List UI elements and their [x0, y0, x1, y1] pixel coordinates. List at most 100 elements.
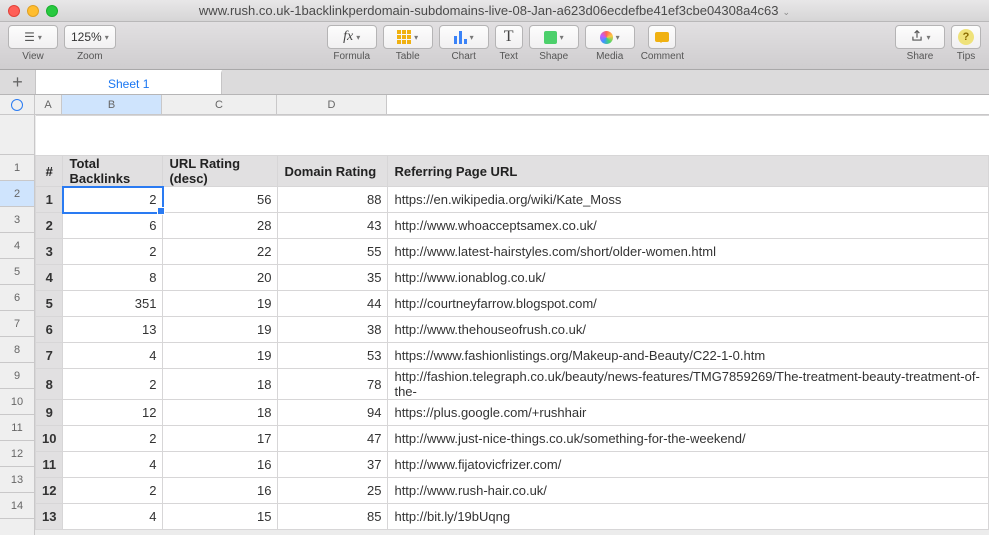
cell[interactable]: 4 [63, 504, 163, 530]
cell[interactable]: 2 [63, 478, 163, 504]
cell[interactable]: 4 [36, 265, 63, 291]
row-header[interactable]: 7 [0, 311, 34, 337]
row-header[interactable]: 1 [0, 155, 34, 181]
cell[interactable]: 8 [63, 265, 163, 291]
row-header[interactable]: 14 [0, 493, 34, 519]
cell[interactable]: 94 [278, 400, 388, 426]
row-header[interactable]: 9 [0, 363, 34, 389]
cell[interactable]: 5 [36, 291, 63, 317]
row-header[interactable]: 12 [0, 441, 34, 467]
cell[interactable]: http://www.rush-hair.co.uk/ [388, 478, 989, 504]
cell[interactable]: https://plus.google.com/+rushhair [388, 400, 989, 426]
cell[interactable]: 22 [163, 239, 278, 265]
share-button[interactable]: ▾ [895, 25, 945, 49]
zoom-button[interactable]: 125%▾ [64, 25, 116, 49]
cell[interactable]: http://www.ionablog.co.uk/ [388, 265, 989, 291]
row-header[interactable]: 3 [0, 207, 34, 233]
cell[interactable]: 55 [278, 239, 388, 265]
column-header[interactable]: B [62, 95, 162, 114]
column-header[interactable]: D [277, 95, 387, 114]
tips-button[interactable]: ? [951, 25, 981, 49]
view-button[interactable]: ☰▾ [8, 25, 58, 49]
cell[interactable]: http://www.whoacceptsamex.co.uk/ [388, 213, 989, 239]
row-header[interactable]: 11 [0, 415, 34, 441]
header-cell[interactable]: Domain Rating [278, 156, 388, 187]
cell[interactable]: 15 [163, 504, 278, 530]
cell[interactable]: 3 [36, 239, 63, 265]
cell[interactable]: 78 [278, 369, 388, 400]
cell[interactable]: https://www.fashionlistings.org/Makeup-a… [388, 343, 989, 369]
chart-button[interactable]: ▾ [439, 25, 489, 49]
cell[interactable]: http://www.fijatovicfrizer.com/ [388, 452, 989, 478]
cell[interactable]: http://courtneyfarrow.blogspot.com/ [388, 291, 989, 317]
select-all-button[interactable] [0, 95, 35, 114]
table-button[interactable]: ▾ [383, 25, 433, 49]
cell[interactable]: 9 [36, 400, 63, 426]
formula-button[interactable]: fx▾ [327, 25, 377, 49]
cell[interactable]: 53 [278, 343, 388, 369]
cell[interactable]: http://www.just-nice-things.co.uk/someth… [388, 426, 989, 452]
spreadsheet-table[interactable]: # Total Backlinks URL Rating (desc) Doma… [35, 115, 989, 530]
text-button[interactable]: T [495, 25, 523, 49]
row-header[interactable]: 6 [0, 285, 34, 311]
cell[interactable]: 8 [36, 369, 63, 400]
cell[interactable]: 351 [63, 291, 163, 317]
column-header[interactable]: C [162, 95, 277, 114]
cell[interactable]: 88 [278, 187, 388, 213]
cell[interactable]: 16 [163, 478, 278, 504]
zoom-window-button[interactable] [46, 5, 58, 17]
cell[interactable]: 35 [278, 265, 388, 291]
column-header[interactable]: A [35, 95, 62, 114]
cell[interactable]: 13 [36, 504, 63, 530]
row-header[interactable]: 13 [0, 467, 34, 493]
cell[interactable]: 7 [36, 343, 63, 369]
cell[interactable]: 6 [63, 213, 163, 239]
cell[interactable]: 11 [36, 452, 63, 478]
cell[interactable]: 1 [36, 187, 63, 213]
row-header[interactable]: 8 [0, 337, 34, 363]
cell[interactable]: 47 [278, 426, 388, 452]
cell[interactable]: http://www.thehouseofrush.co.uk/ [388, 317, 989, 343]
cell[interactable]: 4 [63, 343, 163, 369]
row-header[interactable]: 4 [0, 233, 34, 259]
header-cell[interactable]: URL Rating (desc) [163, 156, 278, 187]
add-sheet-button[interactable]: + [0, 70, 36, 94]
header-cell[interactable]: Total Backlinks [63, 156, 163, 187]
cell[interactable]: http://bit.ly/19bUqng [388, 504, 989, 530]
close-window-button[interactable] [8, 5, 20, 17]
cell[interactable]: 2 [36, 213, 63, 239]
cell[interactable]: 2 [63, 426, 163, 452]
cell[interactable]: 18 [163, 369, 278, 400]
header-cell[interactable]: # [36, 156, 63, 187]
cell[interactable]: http://fashion.telegraph.co.uk/beauty/ne… [388, 369, 989, 400]
shape-button[interactable]: ▾ [529, 25, 579, 49]
cell[interactable]: 18 [163, 400, 278, 426]
cell[interactable]: 19 [163, 291, 278, 317]
cell[interactable]: 25 [278, 478, 388, 504]
cell[interactable]: 17 [163, 426, 278, 452]
cell[interactable]: 44 [278, 291, 388, 317]
media-button[interactable]: ▾ [585, 25, 635, 49]
cell[interactable]: 2 [63, 187, 163, 213]
cell[interactable]: 85 [278, 504, 388, 530]
cell[interactable]: 37 [278, 452, 388, 478]
cell[interactable]: 2 [63, 369, 163, 400]
cell[interactable]: 28 [163, 213, 278, 239]
cell[interactable]: 20 [163, 265, 278, 291]
minimize-window-button[interactable] [27, 5, 39, 17]
cell[interactable]: 56 [163, 187, 278, 213]
cell[interactable]: 43 [278, 213, 388, 239]
cell[interactable]: 6 [36, 317, 63, 343]
cell[interactable]: http://www.latest-hairstyles.com/short/o… [388, 239, 989, 265]
cell[interactable]: 12 [63, 400, 163, 426]
cell[interactable]: https://en.wikipedia.org/wiki/Kate_Moss [388, 187, 989, 213]
cell[interactable]: 13 [63, 317, 163, 343]
cell[interactable]: 16 [163, 452, 278, 478]
cell[interactable]: 4 [63, 452, 163, 478]
header-cell[interactable]: Referring Page URL [388, 156, 989, 187]
cell[interactable]: 38 [278, 317, 388, 343]
cell[interactable]: 10 [36, 426, 63, 452]
cell[interactable]: 19 [163, 343, 278, 369]
cell[interactable]: 2 [63, 239, 163, 265]
row-header[interactable]: 2 [0, 181, 34, 207]
